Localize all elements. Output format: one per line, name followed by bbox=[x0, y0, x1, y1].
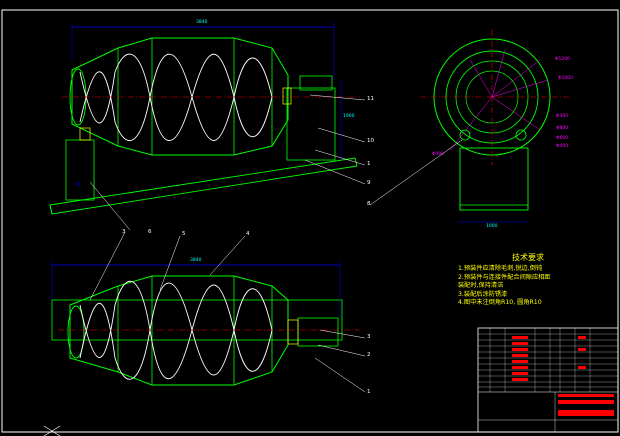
part-label: 1 bbox=[367, 389, 371, 395]
bottom-drum-view bbox=[51, 231, 366, 393]
part-label: 8 bbox=[367, 201, 371, 207]
end-base bbox=[459, 147, 529, 211]
notes-title: 技术要求 bbox=[512, 253, 544, 262]
dimension-end-width: 1000 bbox=[486, 224, 498, 229]
title-block bbox=[477, 327, 619, 433]
part-label: 11 bbox=[367, 96, 374, 102]
rear-support bbox=[286, 87, 336, 161]
end-view bbox=[369, 30, 570, 223]
diameter-label: Φ1000 bbox=[558, 76, 573, 81]
diameter-label: Φ300 bbox=[432, 152, 445, 157]
diameter-label: Φ600 bbox=[556, 136, 569, 141]
dimension-height: 1900 bbox=[343, 114, 355, 119]
note-line: 装配时,保持清洁 bbox=[458, 282, 504, 290]
front-support bbox=[65, 139, 95, 201]
part-label: 6 bbox=[148, 229, 152, 235]
note-line: 2.预装件与连接件配合间隙应相距 bbox=[458, 273, 551, 281]
diameter-label: Φ1200 bbox=[555, 57, 570, 62]
part-label: 3 bbox=[367, 334, 371, 340]
part-label: 3 bbox=[122, 229, 126, 235]
part-label: 9 bbox=[367, 180, 371, 186]
part-label: 5 bbox=[182, 231, 186, 237]
drum-shell bbox=[71, 37, 289, 156]
dimension-top-length: 3840 bbox=[196, 20, 208, 25]
part-label: 10 bbox=[367, 138, 374, 144]
note-line: 4.图中未注倒角R10, 圆角R10 bbox=[458, 299, 542, 307]
part-label: 4 bbox=[246, 231, 250, 237]
top-drum-view bbox=[49, 22, 366, 231]
cad-drawing bbox=[1, 9, 619, 436]
drawing-canvas: 11 10 1 9 8 6 3 5 4 3 2 1 3840 3840 1000… bbox=[0, 0, 620, 436]
diameter-label: Φ300 bbox=[556, 114, 569, 119]
part-label: 2 bbox=[367, 352, 371, 358]
diameter-label: Φ800 bbox=[556, 126, 569, 131]
note-line: 1.预装件应清除毛刺,锐边,倒钝 bbox=[458, 265, 543, 272]
inclined-base bbox=[49, 157, 358, 215]
technical-requirements: 技术要求 1.预装件应清除毛刺,锐边,倒钝 2.预装件与连接件配合间隙应相距 装… bbox=[458, 252, 618, 308]
diameter-label: Φ400 bbox=[556, 144, 569, 149]
dimension-bottom-length: 3840 bbox=[190, 258, 202, 263]
part-label: 1 bbox=[367, 161, 371, 167]
